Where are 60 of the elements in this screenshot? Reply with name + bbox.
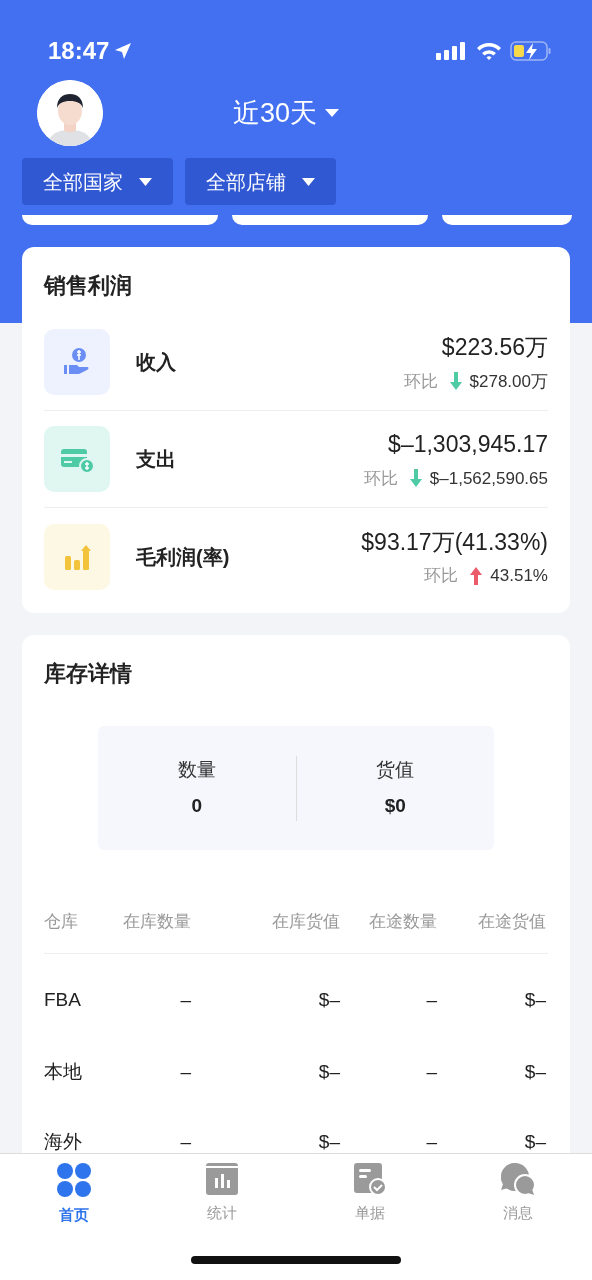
column-header: 仓库 — [44, 911, 78, 931]
document-check-icon — [353, 1162, 387, 1196]
table-cell: $– — [318, 1060, 340, 1082]
compare-label: 环比 — [363, 467, 398, 490]
card-title: 库存详情 — [44, 660, 133, 688]
tab[interactable]: 单据 — [296, 1154, 444, 1227]
table-cell: – — [180, 1060, 191, 1082]
wifi-icon — [476, 41, 502, 61]
amount-value: $93.17万(41.33%) — [361, 527, 548, 557]
summary-label: 数量 — [177, 757, 216, 782]
tab[interactable]: 消息 — [444, 1154, 592, 1227]
arrow-down-icon — [409, 469, 422, 488]
row-label: 毛利润(率) — [136, 544, 230, 570]
bar-chart-icon — [205, 1162, 239, 1196]
card-title: 销售利润 — [44, 272, 133, 300]
summary-value: $0 — [384, 794, 406, 818]
column-header: 在库货值 — [272, 911, 340, 931]
row-label: 支出 — [136, 447, 176, 472]
table-cell: $– — [524, 1060, 546, 1082]
table-cell: – — [426, 989, 437, 1011]
status-time: 18:47 — [48, 36, 110, 66]
summary-value: 0 — [191, 794, 203, 818]
caret-icon — [325, 109, 340, 117]
compare-label: 环比 — [424, 565, 459, 587]
summary-label: 货值 — [376, 757, 415, 782]
location-arrow-icon — [113, 41, 134, 61]
caret-icon — [139, 177, 152, 186]
column-header: 在途数量 — [369, 911, 437, 931]
tab[interactable]: 统计 — [148, 1154, 296, 1227]
tab[interactable]: 首页 — [0, 1154, 148, 1227]
table-cell: 海外 — [44, 1130, 82, 1152]
table-cell: – — [180, 1130, 191, 1152]
chat-bubbles-icon — [500, 1162, 536, 1196]
table-cell: FBA — [44, 989, 81, 1011]
column-header: 在途货值 — [478, 911, 546, 931]
arrow-down-icon — [449, 372, 462, 391]
four-dots-icon — [56, 1162, 92, 1198]
compare-value: $278.00万 — [469, 370, 548, 393]
column-header: 在库数量 — [123, 911, 191, 931]
table-cell: $– — [318, 989, 340, 1011]
filter-dropdown[interactable]: 全部店铺 — [185, 158, 336, 205]
amount-value: $–1,303,945.17 — [388, 430, 548, 459]
signal-icon — [436, 41, 468, 61]
caret-icon — [302, 177, 315, 186]
compare-value: 43.51% — [490, 565, 548, 587]
period-dropdown[interactable]: 近30天 — [233, 92, 340, 134]
table-cell: $– — [524, 1130, 546, 1152]
table-cell: $– — [318, 1130, 340, 1152]
table-cell: 本地 — [44, 1060, 82, 1082]
arrow-up-icon — [470, 566, 483, 585]
compare-value: $–1,562,590.65 — [429, 467, 548, 490]
battery-charging-icon — [510, 40, 552, 62]
table-cell: – — [426, 1060, 437, 1082]
filter-dropdown[interactable]: 全部国家 — [22, 158, 173, 205]
table-cell: – — [180, 989, 191, 1011]
table-cell: – — [426, 1130, 437, 1152]
row-label: 收入 — [136, 350, 176, 375]
compare-label: 环比 — [403, 370, 438, 393]
table-cell: $– — [524, 989, 546, 1011]
amount-value: $223.56万 — [441, 333, 548, 362]
